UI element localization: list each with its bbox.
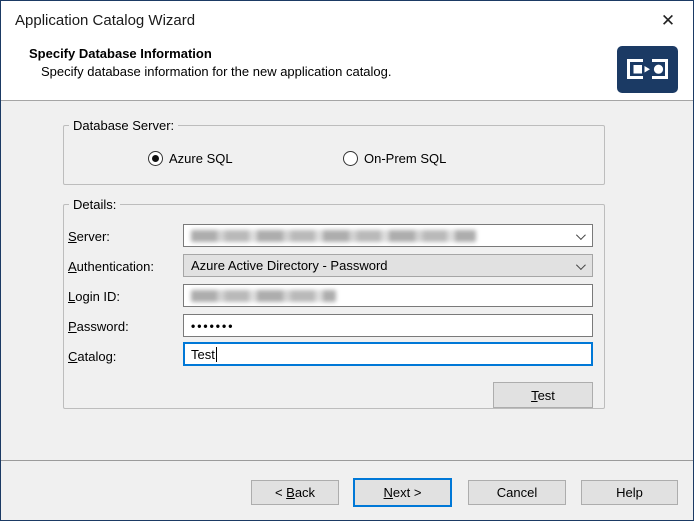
catalog-input[interactable]: Test (183, 342, 593, 366)
database-server-group: Database Server: Azure SQL On-Prem SQL (63, 125, 605, 185)
window-title: Application Catalog Wizard (15, 12, 195, 29)
cancel-button-label: Cancel (497, 485, 537, 500)
password-label: Password: (68, 319, 129, 334)
page-title: Specify Database Information (29, 46, 212, 61)
cancel-button[interactable]: Cancel (468, 480, 566, 505)
password-masked-value: ••••••• (191, 319, 234, 333)
server-combobox[interactable] (183, 224, 593, 247)
close-icon: ✕ (661, 11, 675, 31)
radio-azure-sql[interactable]: Azure SQL (148, 151, 233, 166)
radio-azure-sql-label: Azure SQL (169, 151, 233, 166)
close-button[interactable]: ✕ (651, 4, 685, 38)
authentication-dropdown[interactable]: Azure Active Directory - Password (183, 254, 593, 277)
chevron-down-icon[interactable] (576, 230, 586, 240)
application-catalog-wizard-window: Application Catalog Wizard ✕ Specify Dat… (0, 0, 694, 521)
help-button-label: Help (616, 485, 643, 500)
server-label: Server: (68, 229, 110, 244)
test-button-label: Test (531, 388, 555, 403)
details-group-label: Details: (69, 197, 120, 212)
chevron-down-icon[interactable] (576, 260, 586, 270)
password-input[interactable]: ••••••• (183, 314, 593, 337)
authentication-selected-value: Azure Active Directory - Password (191, 258, 388, 273)
database-server-group-label: Database Server: (69, 118, 178, 133)
authentication-label: Authentication: (68, 259, 154, 274)
wizard-header: Specify Database Information Specify dat… (1, 41, 693, 101)
catalog-label: Catalog: (68, 349, 116, 364)
server-value-redacted (191, 230, 476, 242)
login-id-value-redacted (191, 290, 336, 302)
radio-onprem-sql[interactable]: On-Prem SQL (343, 151, 446, 166)
title-bar: Application Catalog Wizard ✕ (1, 1, 693, 41)
radio-azure-sql-circle[interactable] (148, 151, 163, 166)
catalog-value: Test (191, 347, 215, 362)
app-catalog-logo-icon (617, 46, 678, 93)
text-caret (216, 347, 217, 362)
footer-divider (1, 460, 693, 461)
next-button[interactable]: Next > (353, 478, 452, 507)
page-subtitle: Specify database information for the new… (41, 64, 392, 79)
login-id-input[interactable] (183, 284, 593, 307)
next-button-label: Next > (384, 485, 422, 500)
login-id-label: Login ID: (68, 289, 120, 304)
radio-onprem-sql-circle[interactable] (343, 151, 358, 166)
back-button-label: < Back (275, 485, 315, 500)
test-button[interactable]: Test (493, 382, 593, 408)
radio-onprem-sql-label: On-Prem SQL (364, 151, 446, 166)
help-button[interactable]: Help (581, 480, 678, 505)
back-button[interactable]: < Back (251, 480, 339, 505)
